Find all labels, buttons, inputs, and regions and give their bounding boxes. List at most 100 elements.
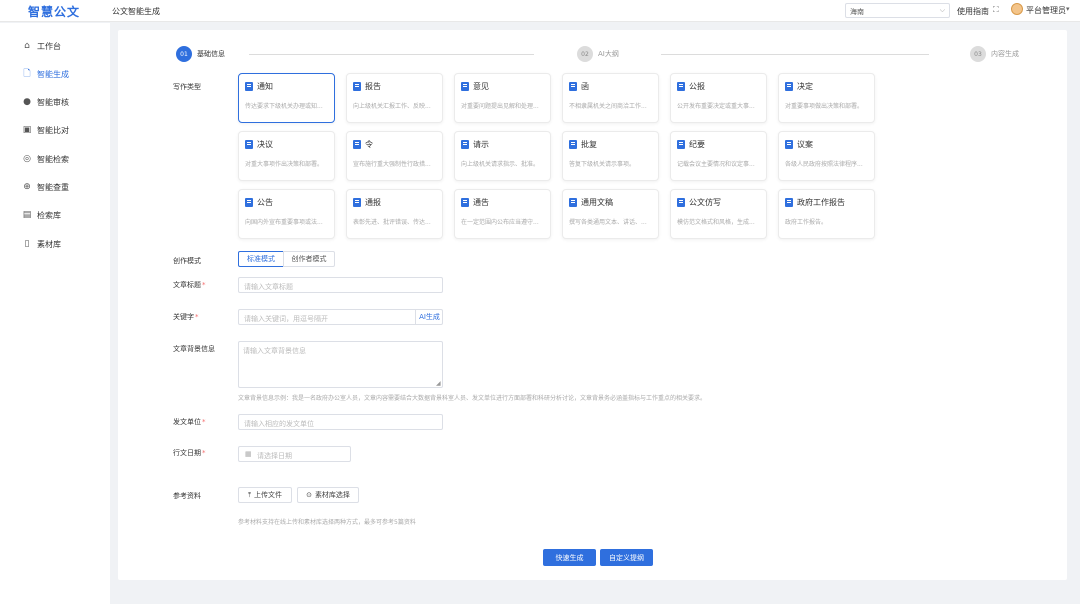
sidebar-item-material-library[interactable]: ▯ 素材库 [0, 233, 110, 255]
date-picker[interactable]: 请选择日期 [238, 446, 351, 462]
document-icon [353, 140, 361, 149]
doc-type-title: 报告 [365, 82, 381, 91]
doc-type-card-motion[interactable]: 议案 各级人民政府按照法律程序... [778, 131, 875, 181]
step-basic-info: 01 基础信息 [176, 46, 225, 62]
document-icon [245, 140, 253, 149]
step-content-generate: 03 内容生成 [970, 46, 1019, 62]
unit-input[interactable]: 请输入相应的发文单位 [238, 414, 443, 430]
resize-handle-icon[interactable]: ◢ [436, 380, 441, 387]
keywords-label: 关键字* [173, 312, 199, 322]
sidebar-item-workbench[interactable]: ⌂ 工作台 [0, 35, 110, 57]
user-name[interactable]: 平台管理员 [1026, 5, 1066, 16]
doc-type-title: 决定 [797, 82, 813, 91]
doc-type-desc: 向国内外宣布重要事项或法... [245, 219, 323, 226]
document-icon [461, 198, 469, 207]
doc-type-title: 批复 [581, 140, 597, 149]
required-marker: * [195, 313, 199, 321]
doc-type-title: 政府工作报告 [797, 198, 845, 207]
region-value: 海南 [850, 8, 864, 16]
reference-hint: 参考材料支持在线上传和素材库选择两种方式，最多可参考5篇资料 [238, 519, 416, 526]
sidebar-item-smart-review[interactable]: ● 智能审核 [0, 91, 110, 113]
doc-type-card-bulletin[interactable]: 公报 公开发布重要决定或重大事... [670, 73, 767, 123]
doc-type-card-imitation[interactable]: 公文仿写 模仿范文格式和风格，生成... [670, 189, 767, 239]
mode-creator-button[interactable]: 创作者模式 [283, 251, 335, 267]
home-icon: ⌂ [24, 41, 30, 51]
doc-type-card-gov-report[interactable]: 政府工作报告 政府工作报告。 [778, 189, 875, 239]
upload-icon: ⤒ [247, 490, 252, 499]
sidebar-item-smart-duplicate[interactable]: ⊕ 智能查重 [0, 176, 110, 198]
doc-type-title: 通用文稿 [581, 198, 613, 207]
sidebar-item-label: 智能生成 [37, 69, 69, 79]
quick-generate-button[interactable]: 快速生成 [543, 549, 596, 566]
step-label: AI大纲 [598, 50, 619, 58]
date-label-text: 行文日期 [173, 449, 201, 457]
doc-type-desc: 表彰先进、批评错误、传达... [353, 219, 431, 226]
sidebar-item-search-library[interactable]: ▤ 检索库 [0, 204, 110, 226]
document-icon [677, 198, 685, 207]
document-icon [461, 82, 469, 91]
doc-type-card-notice[interactable]: 通知 传达要求下级机关办理或知... [238, 73, 335, 123]
sidebar-item-label: 工作台 [37, 41, 61, 51]
document-icon [569, 198, 577, 207]
folder-icon: ▯ [24, 239, 30, 249]
library-select-button[interactable]: ⊙ 素材库选择 [297, 487, 359, 503]
doc-type-card-reply[interactable]: 批复 答复下级机关请示事项。 [562, 131, 659, 181]
doc-type-title: 纪要 [689, 140, 705, 149]
doc-type-card-resolution[interactable]: 决议 对重大事项作出决策和部署。 [238, 131, 335, 181]
step-ai-outline: 02 AI大纲 [577, 46, 619, 62]
doc-type-desc: 撰写各类通用文本、讲话、... [569, 219, 647, 226]
document-icon [569, 82, 577, 91]
top-header: 智慧公文 公文智能生成 海南 ⌵ 使用指南 ⛶ 平台管理员 ▾ [0, 0, 1080, 22]
ai-generate-button[interactable]: AI生成 [415, 309, 443, 325]
mode-standard-button[interactable]: 标准模式 [238, 251, 284, 267]
plus-circle-icon: ⊕ [23, 182, 31, 192]
title-label-text: 文章标题 [173, 281, 201, 289]
doc-type-desc: 公开发布重要决定或重大事... [677, 103, 755, 110]
step-number: 02 [577, 46, 593, 62]
upload-file-button[interactable]: ⤒ 上传文件 [238, 487, 292, 503]
avatar[interactable] [1011, 3, 1023, 15]
sidebar-item-smart-search[interactable]: ◎ 智能检索 [0, 148, 110, 170]
doc-type-card-minutes[interactable]: 纪要 记载会议主要情况和议定事... [670, 131, 767, 181]
doc-type-label: 写作类型 [173, 83, 201, 91]
doc-type-card-request[interactable]: 请示 向上级机关请求指示、批准。 [454, 131, 551, 181]
doc-type-card-public-notice[interactable]: 通告 在一定范围内公布应当遵守... [454, 189, 551, 239]
background-textarea[interactable]: 请输入文章背景信息 [238, 341, 443, 388]
doc-type-desc: 模仿范文格式和风格，生成... [677, 219, 755, 226]
fullscreen-icon[interactable]: ⛶ [993, 5, 999, 15]
region-select[interactable]: 海南 ⌵ [845, 3, 950, 18]
doc-type-card-announcement[interactable]: 公告 向国内外宣布重要事项或法... [238, 189, 335, 239]
title-input[interactable]: 请输入文章标题 [238, 277, 443, 293]
background-hint: 文章背景信息示例：我是一名政府办公室人员，文章内容需要结合大数据背景科室人员、发… [238, 395, 707, 402]
user-guide-link[interactable]: 使用指南 [957, 6, 989, 17]
doc-type-desc: 不相隶属机关之间商洽工作... [569, 103, 647, 110]
doc-type-card-letter[interactable]: 函 不相隶属机关之间商洽工作... [562, 73, 659, 123]
doc-type-title: 通报 [365, 198, 381, 207]
sidebar-item-label: 智能比对 [37, 125, 69, 135]
custom-outline-button[interactable]: 自定义提纲 [600, 549, 653, 566]
sidebar-item-label: 检索库 [37, 210, 61, 220]
sidebar-item-label: 素材库 [37, 239, 61, 249]
caret-down-icon[interactable]: ▾ [1066, 5, 1070, 13]
document-icon [677, 82, 685, 91]
date-label: 行文日期* [173, 448, 206, 458]
document-icon [353, 198, 361, 207]
doc-type-desc: 向上级机关请求指示、批准。 [461, 161, 540, 168]
doc-type-card-decision[interactable]: 决定 对重要事项做出决策和部署。 [778, 73, 875, 123]
sidebar-item-smart-generate[interactable]: 🗋 智能生成 [0, 63, 110, 85]
user-icon: ● [23, 97, 31, 107]
doc-type-desc: 在一定范围内公布应当遵守... [461, 219, 539, 226]
keywords-input[interactable]: 请输入关键词，用逗号隔开 [238, 309, 443, 325]
doc-type-card-order[interactable]: 令 宣布施行重大强制性行政措... [346, 131, 443, 181]
doc-type-card-report[interactable]: 报告 向上级机关汇报工作、反映... [346, 73, 443, 123]
document-icon: 🗋 [23, 69, 31, 79]
step-label: 基础信息 [197, 50, 225, 58]
doc-type-desc: 答复下级机关请示事项。 [569, 161, 636, 168]
doc-type-card-opinion[interactable]: 意见 对重要问题提出见解和处理... [454, 73, 551, 123]
doc-type-card-circular[interactable]: 通报 表彰先进、批评错误、传达... [346, 189, 443, 239]
required-marker: * [202, 449, 206, 457]
background-label: 文章背景信息 [173, 345, 215, 353]
doc-type-title: 通告 [473, 198, 489, 207]
doc-type-card-general[interactable]: 通用文稿 撰写各类通用文本、讲话、... [562, 189, 659, 239]
sidebar-item-smart-compare[interactable]: ▣ 智能比对 [0, 119, 110, 141]
